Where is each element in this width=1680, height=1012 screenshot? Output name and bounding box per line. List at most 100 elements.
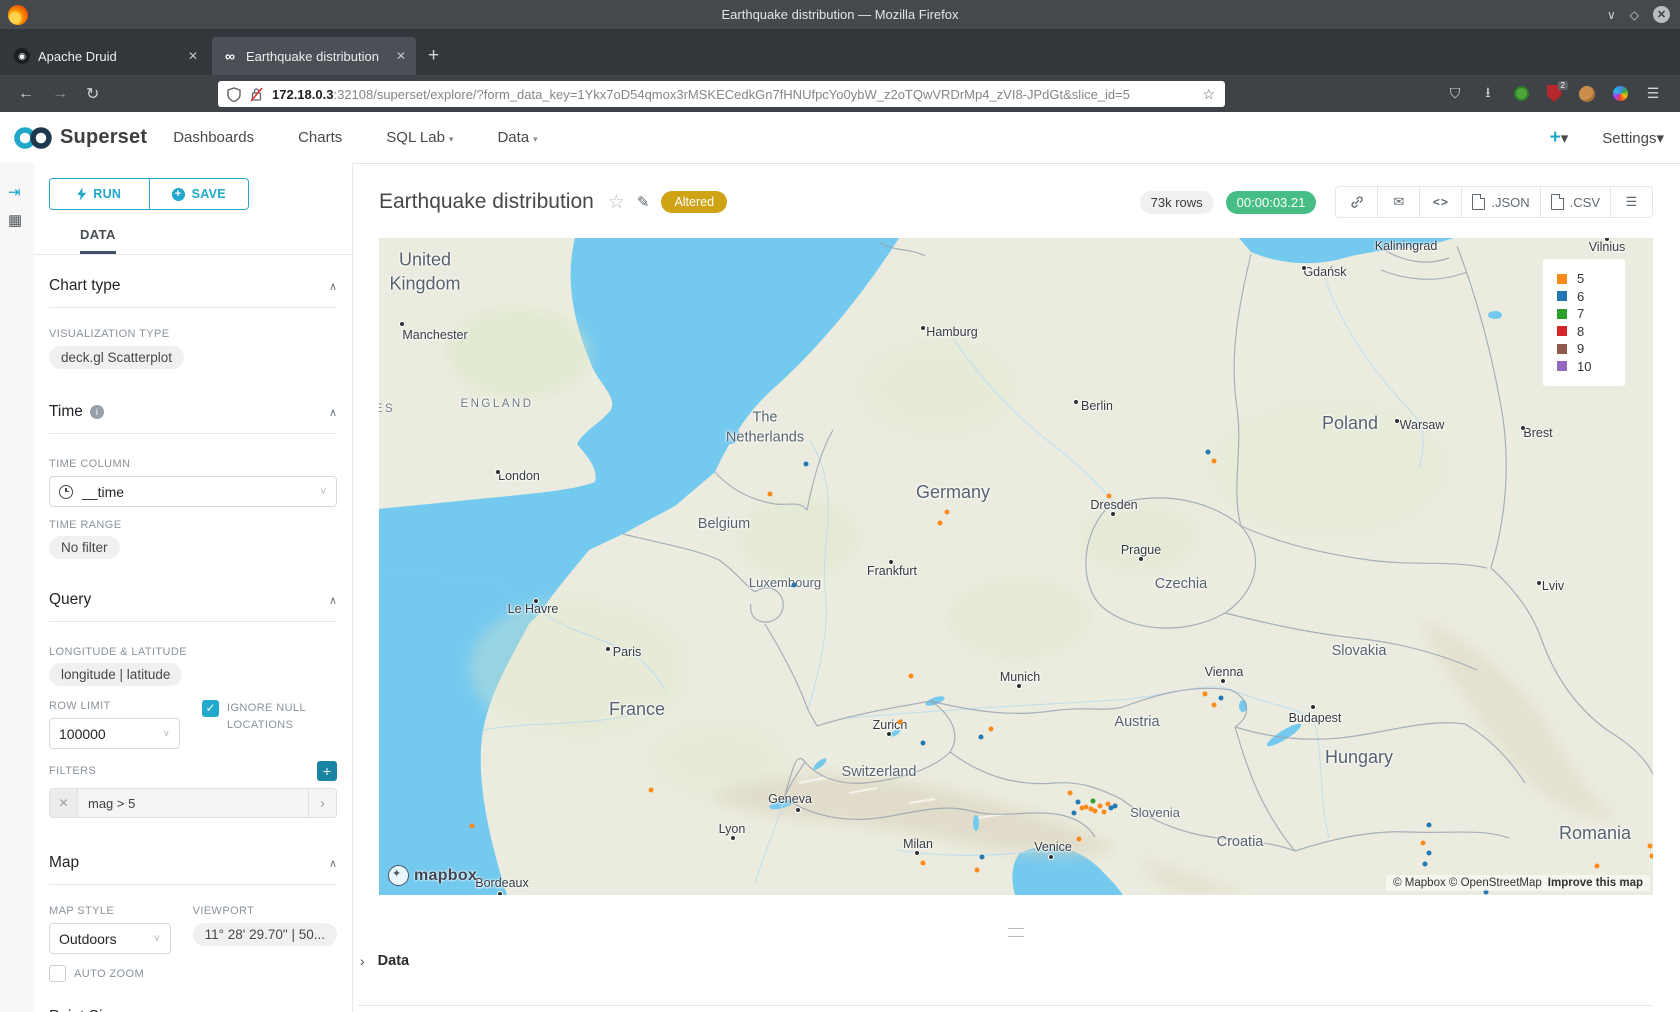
deckgl-scatterplot-map[interactable]: United KingdomENGLANDESThe NetherlandsBe… <box>379 238 1653 895</box>
earthquake-point <box>909 674 914 679</box>
chevron-right-icon[interactable]: › <box>308 789 336 817</box>
tab-data[interactable]: DATA <box>80 227 116 254</box>
extension-pinwheel-icon[interactable] <box>1611 85 1629 103</box>
lonlat-label: LONGITUDE & LATITUDE <box>49 646 337 658</box>
map-attribution[interactable]: © Mapbox © OpenStreetMapImprove this map <box>1386 875 1650 891</box>
earthquake-point <box>470 824 475 829</box>
query-timer-badge: 00:00:03.21 <box>1226 191 1317 214</box>
legend-label: 10 <box>1577 359 1591 374</box>
menu-icon[interactable]: ☰ <box>1644 85 1662 103</box>
viewport-value[interactable]: 11° 28' 29.70" | 50... <box>193 923 337 946</box>
reload-icon[interactable]: ↻ <box>86 84 99 104</box>
legend-item: 10 <box>1557 358 1625 376</box>
close-icon[interactable]: ✕ <box>1653 6 1670 23</box>
auto-zoom-checkbox[interactable] <box>49 965 66 982</box>
ignore-null-checkbox[interactable]: ✓ <box>202 700 219 717</box>
filter-chip[interactable]: ✕ mag > 5 › <box>49 788 337 818</box>
section-map[interactable]: Map∧ <box>49 854 337 885</box>
ublock-icon[interactable]: 2 <box>1545 85 1563 103</box>
cookie-icon[interactable] <box>1578 85 1596 103</box>
time-range-label: TIME RANGE <box>49 519 337 531</box>
section-query[interactable]: Query∧ <box>49 591 337 622</box>
remove-filter-icon[interactable]: ✕ <box>50 789 78 817</box>
url-bar[interactable]: 172.18.0.3:32108/superset/explore/?form_… <box>218 81 1225 107</box>
add-new-button[interactable]: +▾ <box>1550 127 1569 149</box>
panel-drag-handle[interactable] <box>1008 928 1024 937</box>
superset-favicon: ∞ <box>222 48 238 64</box>
earthquake-point <box>1219 696 1224 701</box>
insecure-lock-icon[interactable] <box>250 87 263 102</box>
legend-swatch <box>1557 361 1567 371</box>
tracking-shield-icon[interactable] <box>227 87 241 102</box>
earthquake-point <box>1107 494 1112 499</box>
embed-code-button[interactable]: <> <box>1419 186 1462 218</box>
favorite-star-icon[interactable]: ☆ <box>608 191 625 214</box>
nav-data[interactable]: Data▾ <box>497 129 537 146</box>
time-range-value[interactable]: No filter <box>49 536 120 559</box>
tab-close-icon[interactable]: ✕ <box>188 49 198 63</box>
improve-map-link[interactable]: Improve this map <box>1548 877 1643 889</box>
section-chart-type[interactable]: Chart type∧ <box>49 277 337 308</box>
lonlat-value[interactable]: longitude | latitude <box>49 663 182 686</box>
extension-green-icon[interactable] <box>1512 85 1530 103</box>
section-point-size[interactable]: Point Size∨ <box>49 1008 337 1012</box>
tab-close-icon[interactable]: ✕ <box>396 49 406 63</box>
url-text[interactable]: 172.18.0.3:32108/superset/explore/?form_… <box>272 87 1192 102</box>
altered-badge: Altered <box>661 191 727 213</box>
earthquake-point <box>1102 810 1107 815</box>
row-limit-select[interactable]: 100000 ∨ <box>49 718 180 749</box>
panel-tabs: DATA <box>34 226 352 255</box>
maximize-icon[interactable]: ◇ <box>1630 8 1639 22</box>
pocket-shield-icon[interactable]: ⛉ <box>1446 85 1464 103</box>
back-icon[interactable]: ← <box>18 85 34 103</box>
bookmark-star-icon[interactable]: ☆ <box>1202 86 1215 103</box>
dataset-grid-icon[interactable]: ▦ <box>8 211 22 229</box>
time-column-select[interactable]: __time ∨ <box>49 476 337 507</box>
viz-type-value[interactable]: deck.gl Scatterplot <box>49 346 184 369</box>
minimize-icon[interactable]: ∨ <box>1607 8 1616 22</box>
mapbox-icon <box>388 865 409 886</box>
export-json-button[interactable]: .JSON <box>1461 186 1540 218</box>
save-button[interactable]: +SAVE <box>149 179 249 209</box>
earthquake-point <box>1427 851 1432 856</box>
copy-link-button[interactable] <box>1335 186 1378 218</box>
export-csv-button[interactable]: .CSV <box>1540 186 1611 218</box>
nav-sql-lab[interactable]: SQL Lab▾ <box>386 129 453 146</box>
screen: Earthquake distribution — Mozilla Firefo… <box>0 0 1680 1012</box>
chevron-up-icon: ∧ <box>329 406 337 419</box>
add-filter-button[interactable]: + <box>317 761 337 781</box>
edit-properties-icon[interactable]: ✎ <box>637 193 650 211</box>
nav-dashboards[interactable]: Dashboards <box>173 129 254 146</box>
legend-swatch <box>1557 274 1567 284</box>
map-style-select[interactable]: Outdoors ∨ <box>49 923 171 954</box>
tab-earthquake-distribution[interactable]: ∞ Earthquake distribution ✕ <box>212 37 416 75</box>
earthquake-point <box>649 788 654 793</box>
new-tab-button[interactable]: + <box>428 45 439 67</box>
superset-logo[interactable]: Superset <box>12 125 147 151</box>
legend-swatch <box>1557 309 1567 319</box>
mapbox-logo[interactable]: mapbox <box>388 865 477 886</box>
filter-value: mag > 5 <box>78 789 308 817</box>
brand-name: Superset <box>60 126 147 149</box>
collapse-panel-icon[interactable]: ⇥ <box>8 183 21 201</box>
druid-favicon: ◉ <box>14 48 30 64</box>
section-time[interactable]: Timei ∧ <box>49 403 337 434</box>
more-options-button[interactable]: ☰ <box>1610 186 1653 218</box>
email-button[interactable]: ✉ <box>1377 186 1420 218</box>
earthquake-point <box>921 741 926 746</box>
settings-menu[interactable]: Settings▾ <box>1602 129 1664 147</box>
caret-down-icon: ▾ <box>1656 130 1664 147</box>
data-results-toggle[interactable]: › Data <box>360 953 409 969</box>
earthquake-point <box>1098 804 1103 809</box>
legend-item: 7 <box>1557 305 1625 323</box>
earthquake-point <box>898 720 903 725</box>
earthquake-point <box>1068 791 1073 796</box>
earthquake-point <box>1421 841 1426 846</box>
legend-label: 7 <box>1577 306 1584 321</box>
run-button[interactable]: RUN <box>50 179 149 209</box>
downloads-icon[interactable]: ⭳ <box>1479 85 1497 103</box>
nav-charts[interactable]: Charts <box>298 129 342 146</box>
envelope-icon: ✉ <box>1393 194 1404 210</box>
tab-apache-druid[interactable]: ◉ Apache Druid ✕ <box>4 37 208 75</box>
forward-icon[interactable]: → <box>52 85 68 103</box>
